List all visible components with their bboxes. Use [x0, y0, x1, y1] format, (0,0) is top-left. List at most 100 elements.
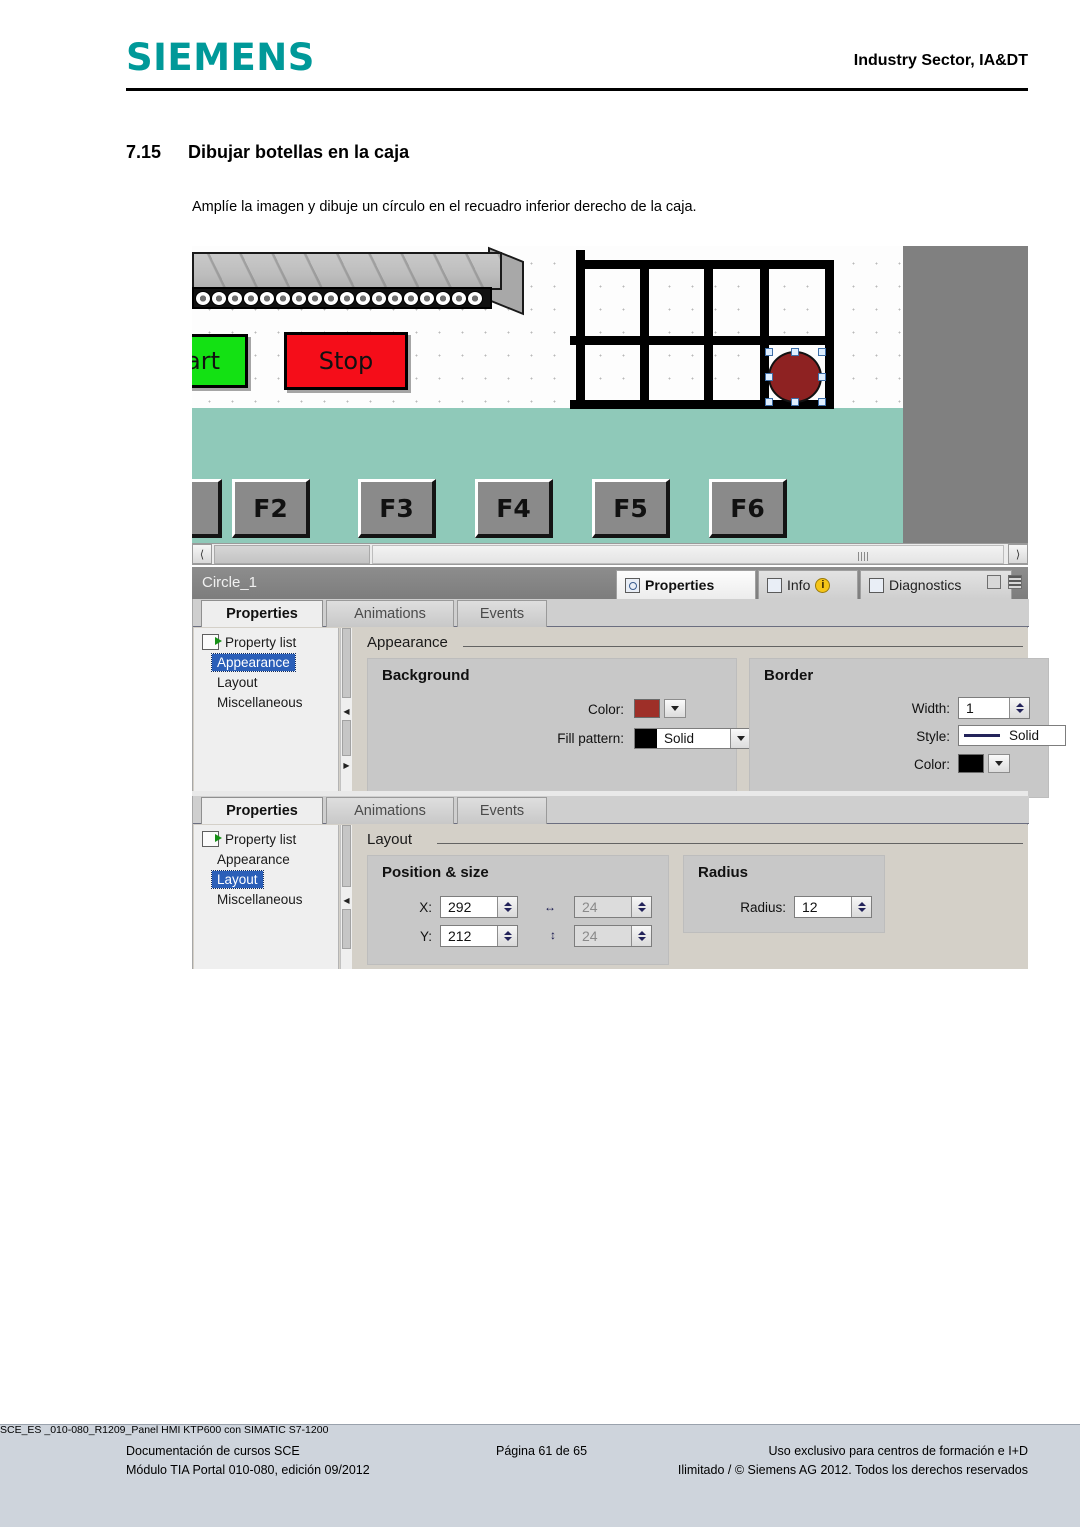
tab-events[interactable]: Events: [457, 797, 547, 824]
conveyor-roller: [307, 290, 323, 306]
crate-line: [570, 336, 834, 345]
x-spinner[interactable]: 292: [440, 896, 518, 918]
tab-label: Animations: [354, 606, 426, 622]
conveyor-roller: [451, 290, 467, 306]
nav-item-layout[interactable]: Layout: [211, 870, 264, 889]
scroll-left-arrow-icon[interactable]: ◀: [341, 706, 352, 717]
property-list-entry[interactable]: Property list: [194, 628, 338, 652]
selection-handle[interactable]: [818, 373, 826, 381]
background-color-swatch[interactable]: [634, 699, 660, 718]
scroll-right-arrow-icon[interactable]: ⟩: [1008, 544, 1028, 564]
footer-left-line2: Módulo TIA Portal 010-080, edición 09/20…: [126, 1463, 370, 1478]
fkey-button[interactable]: [192, 479, 222, 538]
siemens-logo: SIEMENS: [126, 36, 315, 79]
fkey-button-f3[interactable]: F3: [358, 479, 436, 538]
border-group: Border Width: 1 Style: Solid Color:: [749, 658, 1066, 798]
crate-graphic[interactable]: [570, 250, 840, 410]
appearance-nav-scrollbar[interactable]: ◀ ▶: [340, 628, 352, 798]
nav-scroll-thumb[interactable]: [342, 628, 351, 698]
hmi-start-button-label: art: [192, 347, 220, 375]
tab-properties[interactable]: Properties: [201, 797, 323, 824]
scroll-right-arrow-icon[interactable]: ▶: [341, 760, 352, 771]
border-style-combobox[interactable]: Solid: [958, 725, 1066, 746]
nav-item-miscellaneous[interactable]: Miscellaneous: [212, 694, 308, 711]
y-spinner[interactable]: 212: [440, 925, 518, 947]
height-spinner[interactable]: 24: [574, 925, 652, 947]
border-color-dropdown[interactable]: [988, 754, 1010, 773]
inspector-tab-properties[interactable]: Properties: [616, 570, 756, 599]
property-list-entry[interactable]: Property list: [194, 825, 338, 849]
radius-spinner[interactable]: 12: [794, 896, 872, 918]
selection-handle[interactable]: [765, 348, 773, 356]
scroll-left-arrow-icon[interactable]: ⟨: [192, 544, 212, 564]
fkey-label: F5: [613, 493, 648, 523]
scroll-left-arrow-icon[interactable]: ◀: [341, 895, 352, 906]
inspector-tab-info[interactable]: Info i: [758, 570, 858, 599]
circle-object[interactable]: [768, 351, 822, 403]
selection-handle[interactable]: [791, 398, 799, 406]
tab-animations[interactable]: Animations: [326, 600, 454, 627]
tab-events[interactable]: Events: [457, 600, 547, 627]
fkey-button-f6[interactable]: F6: [709, 479, 787, 538]
scrollbar-track[interactable]: [372, 545, 1004, 564]
border-width-value: 1: [966, 700, 974, 716]
hmi-editor-canvas[interactable]: art Stop F2 F3 F4 F5 F6: [192, 246, 1028, 543]
restore-window-icon[interactable]: [987, 575, 1001, 589]
border-group-title: Border: [764, 667, 814, 684]
selection-handle[interactable]: [765, 398, 773, 406]
hmi-stop-button[interactable]: Stop: [284, 332, 408, 390]
page-footer: Documentación de cursos SCE Módulo TIA P…: [0, 1424, 1080, 1527]
spinner-arrows-icon[interactable]: [631, 897, 651, 917]
width-spinner[interactable]: 24: [574, 896, 652, 918]
conveyor-roller: [419, 290, 435, 306]
selection-handle[interactable]: [818, 348, 826, 356]
appearance-content: Appearance Background Color: Fill patter…: [353, 628, 1066, 798]
border-color-swatch[interactable]: [958, 754, 984, 773]
border-width-spinner[interactable]: 1: [958, 697, 1030, 719]
selection-handle[interactable]: [791, 348, 799, 356]
hmi-start-button[interactable]: art: [192, 334, 248, 388]
crate-line: [640, 260, 649, 406]
layout-nav-scrollbar[interactable]: ◀: [340, 825, 352, 969]
spinner-arrows-icon[interactable]: [631, 926, 651, 946]
spinner-arrows-icon[interactable]: [1009, 698, 1029, 718]
fkey-button-f5[interactable]: F5: [592, 479, 670, 538]
selection-handle[interactable]: [765, 373, 773, 381]
section-number: 7.15: [126, 142, 162, 162]
fill-pattern-combobox[interactable]: Solid: [634, 728, 752, 749]
nav-item-appearance[interactable]: Appearance: [212, 851, 295, 868]
background-color-dropdown[interactable]: [664, 699, 686, 718]
scrollbar-thumb[interactable]: [214, 545, 370, 564]
spinner-arrows-icon[interactable]: [851, 897, 871, 917]
fill-pattern-label: Fill pattern:: [557, 731, 624, 746]
fkey-label: F3: [379, 493, 414, 523]
nav-scroll-thumb[interactable]: [342, 825, 351, 887]
chevron-down-icon[interactable]: [730, 729, 751, 748]
spinner-arrows-icon[interactable]: [497, 897, 517, 917]
nav-item-layout[interactable]: Layout: [212, 674, 263, 691]
tab-properties[interactable]: Properties: [201, 600, 323, 627]
editor-horizontal-scrollbar[interactable]: ⟨ ⟩: [192, 543, 1028, 565]
nav-item-miscellaneous[interactable]: Miscellaneous: [212, 891, 308, 908]
spinner-arrows-icon[interactable]: [497, 926, 517, 946]
solid-line-icon: [964, 734, 1000, 737]
conveyor-roller: [355, 290, 371, 306]
chevron-down-icon: [995, 761, 1003, 766]
page-title: Dibujar botellas en la caja: [188, 142, 410, 162]
fkey-button-f4[interactable]: F4: [475, 479, 553, 538]
tab-animations[interactable]: Animations: [326, 797, 454, 824]
fkey-label: F6: [730, 493, 765, 523]
list-view-icon[interactable]: [1008, 575, 1022, 589]
radius-value: 12: [802, 899, 818, 915]
nav-scroll-thumb[interactable]: [342, 720, 351, 756]
info-badge: i: [815, 577, 831, 593]
crate-line: [760, 260, 769, 406]
selection-handle[interactable]: [818, 398, 826, 406]
section-heading: 7.15 Dibujar botellas en la caja: [126, 142, 1028, 163]
chevron-down-icon: [671, 706, 679, 711]
fkey-button-f2[interactable]: F2: [232, 479, 310, 538]
appearance-properties-panel: Properties Animations Events Property li…: [192, 599, 1066, 799]
nav-scroll-thumb[interactable]: [342, 909, 351, 949]
nav-item-appearance[interactable]: Appearance: [211, 653, 296, 672]
fkey-label: F4: [496, 493, 531, 523]
